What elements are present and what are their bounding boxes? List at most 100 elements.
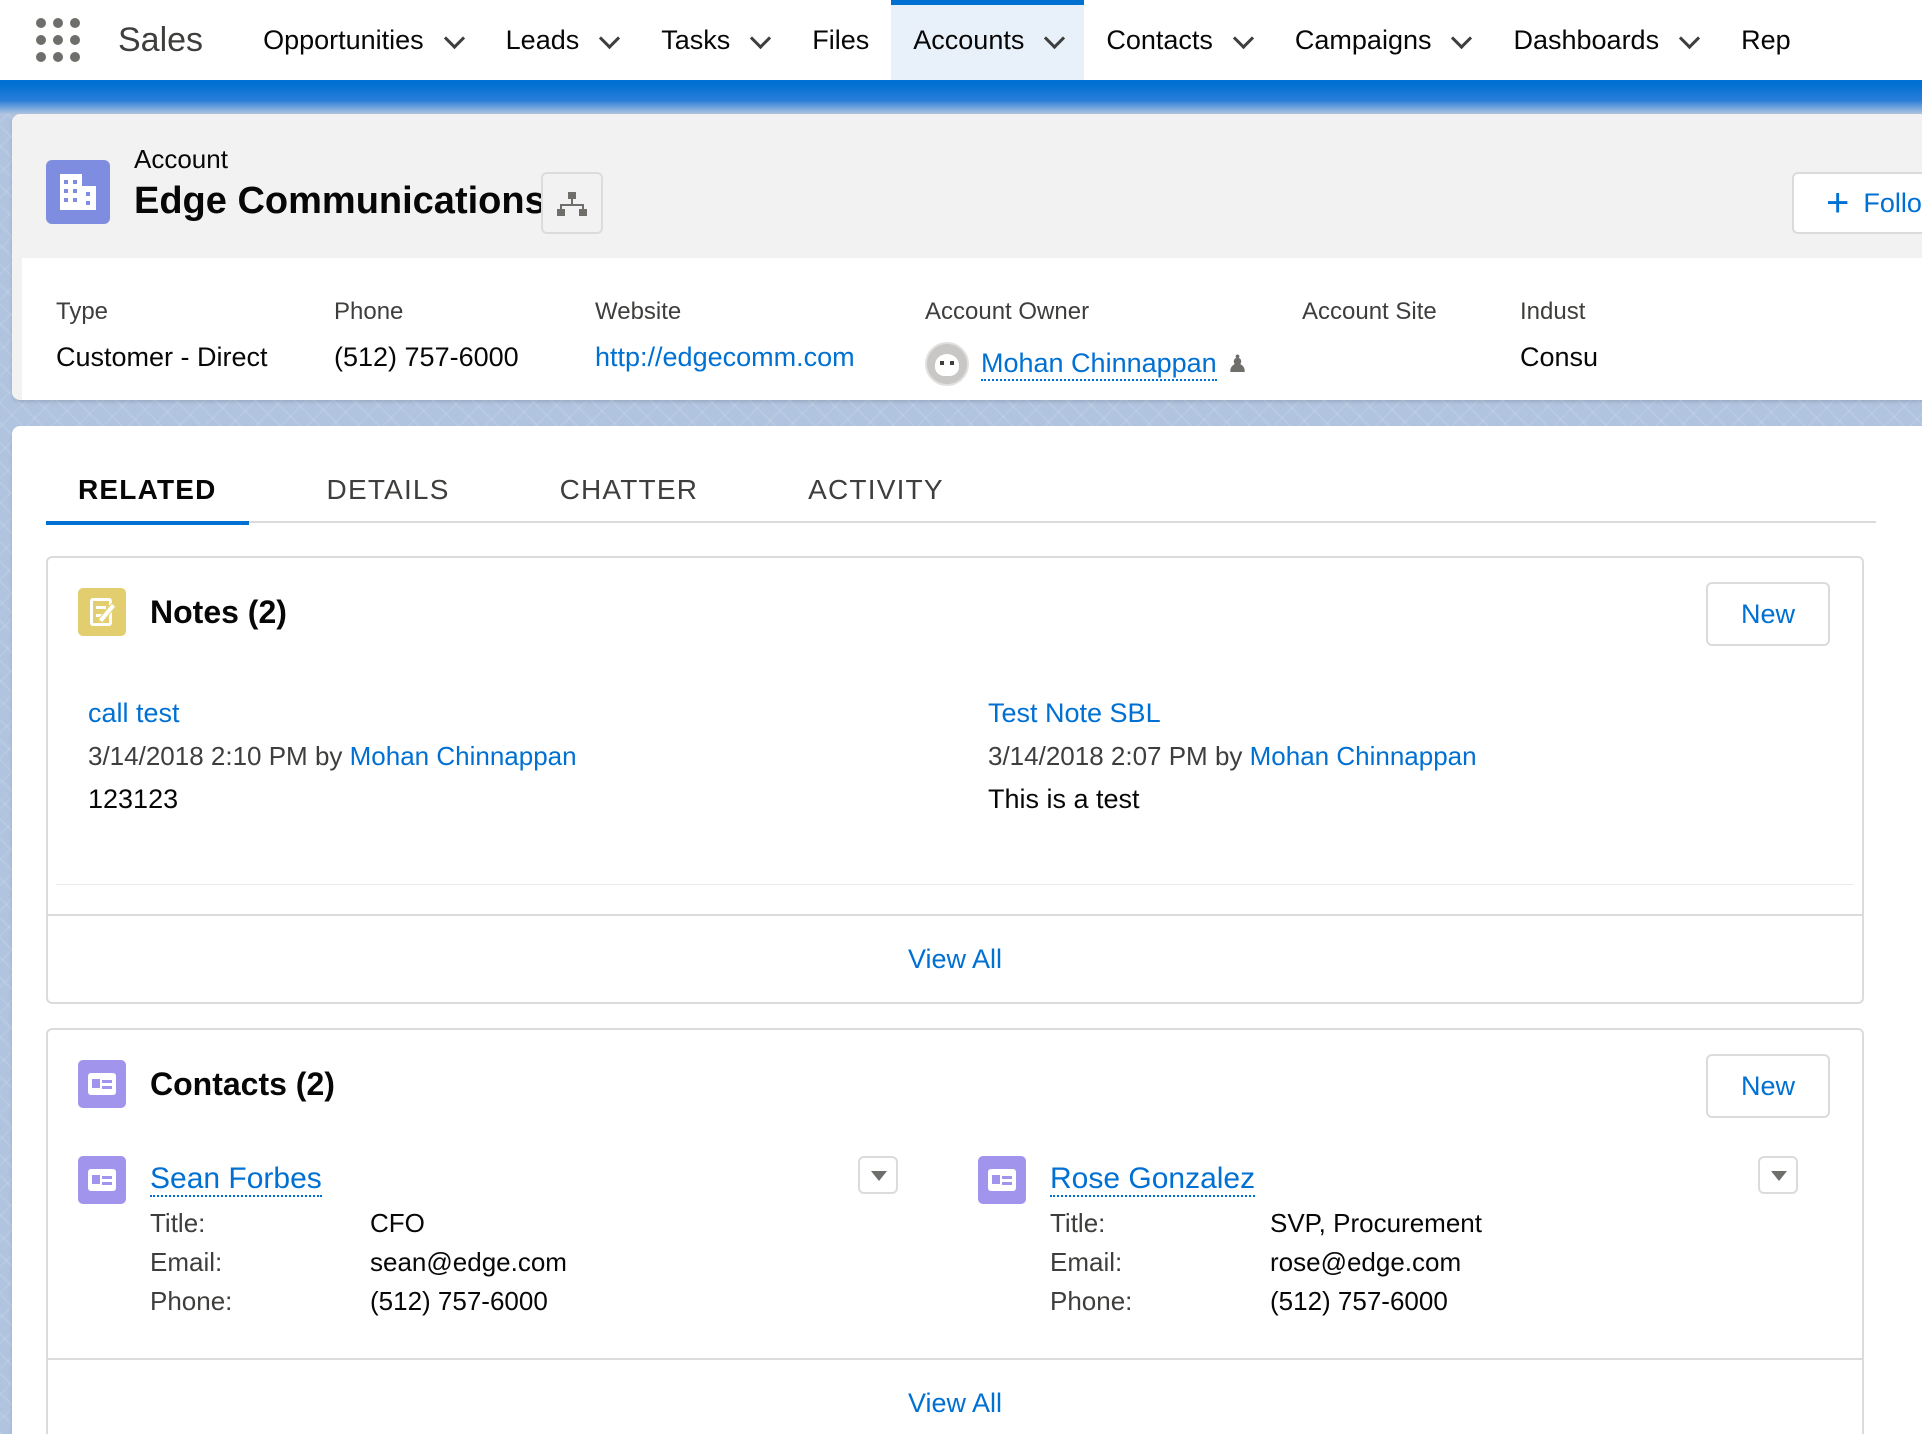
note-title-link[interactable]: call test	[88, 698, 577, 729]
nav-item-label: Opportunities	[263, 24, 424, 55]
chevron-down-icon[interactable]	[599, 31, 617, 49]
website-link[interactable]: http://edgecomm.com	[595, 342, 855, 373]
contact-icon	[78, 1060, 126, 1108]
notes-icon	[78, 588, 126, 636]
contact-name-link[interactable]: Sean Forbes	[150, 1162, 322, 1197]
note-tile: call test 3/14/2018 2:10 PM by Mohan Chi…	[88, 698, 577, 815]
field-label: Title:	[1050, 1208, 1106, 1238]
avatar	[925, 342, 969, 386]
note-title-link[interactable]: Test Note SBL	[988, 698, 1477, 729]
note-date: 3/14/2018 2:07 PM by	[988, 741, 1243, 771]
tab-related[interactable]: RELATED	[46, 456, 249, 525]
field-label: Account Site	[1302, 298, 1437, 325]
field-value: sean@edge.com	[370, 1247, 567, 1277]
chevron-down-icon[interactable]	[1044, 31, 1062, 49]
contact-icon	[78, 1156, 126, 1204]
nav-item-label: Leads	[505, 24, 580, 55]
chevron-down-icon[interactable]	[444, 31, 462, 49]
record-tabs: RELATED DETAILS CHATTER ACTIVITY	[46, 456, 1876, 525]
note-date: 3/14/2018 2:10 PM by	[88, 741, 343, 771]
nav-item-reports[interactable]: Rep	[1719, 0, 1813, 80]
note-meta: 3/14/2018 2:10 PM by Mohan Chinnappan	[88, 741, 577, 772]
global-nav: Sales Opportunities Leads Tasks Files Ac…	[0, 0, 1922, 84]
contact-field-email: Email: rose@edge.com	[1050, 1247, 1461, 1278]
contact-field-title: Title: SVP, Procurement	[1050, 1208, 1482, 1239]
row-actions-dropdown[interactable]	[858, 1156, 898, 1194]
field-label: Phone	[334, 298, 404, 325]
contact-field-email: Email: sean@edge.com	[150, 1247, 567, 1278]
owner-value: Mohan Chinnappan ♟	[925, 342, 1248, 386]
new-contact-button[interactable]: New	[1706, 1054, 1830, 1118]
plus-icon: +	[1826, 181, 1850, 225]
note-body: This is a test	[988, 784, 1140, 814]
highlight-type: Type Customer - Direct	[56, 298, 268, 373]
field-label: Website	[595, 298, 682, 325]
record-header: Account Edge Communications + Follo Type…	[12, 114, 1922, 400]
change-owner-icon[interactable]: ♟	[1227, 350, 1249, 379]
field-value: Customer - Direct	[56, 342, 268, 372]
contact-tile: Sean Forbes Title: CFO Email: sean@edge.…	[78, 1156, 938, 1316]
field-label: Email:	[1050, 1247, 1123, 1277]
nav-item-dashboards[interactable]: Dashboards	[1491, 0, 1719, 80]
chevron-down-icon[interactable]	[1679, 31, 1697, 49]
field-value: rose@edge.com	[1270, 1247, 1462, 1277]
chevron-down-icon[interactable]	[1451, 31, 1469, 49]
follow-label: Follo	[1863, 187, 1922, 218]
nav-item-label: Tasks	[661, 24, 731, 55]
highlight-industry: Indust Consu	[1520, 298, 1598, 373]
chevron-down-icon[interactable]	[750, 31, 768, 49]
nav-item-opportunities[interactable]: Opportunities	[241, 0, 484, 80]
contact-field-title: Title: CFO	[150, 1208, 425, 1239]
contacts-view-all-link[interactable]: View All	[48, 1358, 1862, 1434]
notes-related-list: Notes (2) New call test 3/14/2018 2:10 P…	[46, 556, 1864, 1004]
contact-name-link[interactable]: Rose Gonzalez	[1050, 1162, 1256, 1197]
highlight-website: Website http://edgecomm.com	[595, 298, 855, 373]
brand-band	[0, 84, 1922, 114]
highlight-owner: Account Owner Mohan Chinnappan ♟	[925, 298, 1248, 386]
tab-activity[interactable]: ACTIVITY	[776, 456, 976, 523]
contacts-related-list: Contacts (2) New Sean Forbes Title: CFO …	[46, 1028, 1864, 1434]
nav-item-label: Campaigns	[1294, 24, 1432, 55]
nav-item-tasks[interactable]: Tasks	[639, 0, 790, 80]
contacts-title[interactable]: Contacts (2)	[150, 1066, 335, 1103]
notes-title[interactable]: Notes (2)	[150, 594, 287, 631]
row-actions-dropdown[interactable]	[1758, 1156, 1798, 1194]
nav-item-campaigns[interactable]: Campaigns	[1273, 0, 1492, 80]
tab-details[interactable]: DETAILS	[295, 456, 482, 523]
nav-item-files[interactable]: Files	[790, 0, 891, 80]
nav-item-label: Files	[812, 24, 870, 55]
nav-item-label: Contacts	[1106, 24, 1213, 55]
hierarchy-button[interactable]	[541, 172, 603, 234]
record-name: Edge Communications	[134, 180, 546, 222]
contact-field-phone: Phone: (512) 757-6000	[150, 1286, 548, 1317]
note-body: 123123	[88, 784, 179, 814]
contact-icon	[978, 1156, 1026, 1204]
nav-item-contacts[interactable]: Contacts	[1084, 0, 1273, 80]
notes-view-all-link[interactable]: View All	[48, 914, 1862, 1002]
field-value: (512) 757-6000	[370, 1286, 548, 1316]
note-author-link[interactable]: Mohan Chinnappan	[1250, 741, 1477, 771]
account-icon	[46, 160, 110, 224]
note-author-link[interactable]: Mohan Chinnappan	[350, 741, 577, 771]
highlight-account-site: Account Site	[1302, 298, 1437, 326]
app-launcher-icon[interactable]	[36, 18, 80, 62]
field-label: Title:	[150, 1208, 206, 1238]
tab-chatter[interactable]: CHATTER	[528, 456, 731, 523]
notes-header: Notes (2)	[78, 588, 287, 636]
new-note-button[interactable]: New	[1706, 582, 1830, 646]
highlights-panel: Type Customer - Direct Phone (512) 757-6…	[22, 258, 1922, 400]
chevron-down-icon[interactable]	[1233, 31, 1251, 49]
nav-item-label: Accounts	[913, 24, 1025, 55]
contact-tile: Rose Gonzalez Title: SVP, Procurement Em…	[978, 1156, 1838, 1316]
field-label: Phone:	[1050, 1286, 1133, 1316]
nav-item-accounts[interactable]: Accounts	[891, 0, 1085, 80]
follow-button[interactable]: + Follo	[1792, 172, 1922, 234]
record-body: RELATED DETAILS CHATTER ACTIVITY Notes (…	[12, 426, 1922, 1434]
field-label: Account Owner	[925, 298, 1090, 325]
nav-item-label: Rep	[1741, 24, 1791, 55]
owner-link[interactable]: Mohan Chinnappan	[981, 348, 1217, 381]
note-tile: Test Note SBL 3/14/2018 2:07 PM by Mohan…	[988, 698, 1477, 815]
field-label: Type	[56, 298, 109, 325]
field-value: SVP, Procurement	[1270, 1208, 1482, 1238]
nav-item-leads[interactable]: Leads	[484, 0, 640, 80]
